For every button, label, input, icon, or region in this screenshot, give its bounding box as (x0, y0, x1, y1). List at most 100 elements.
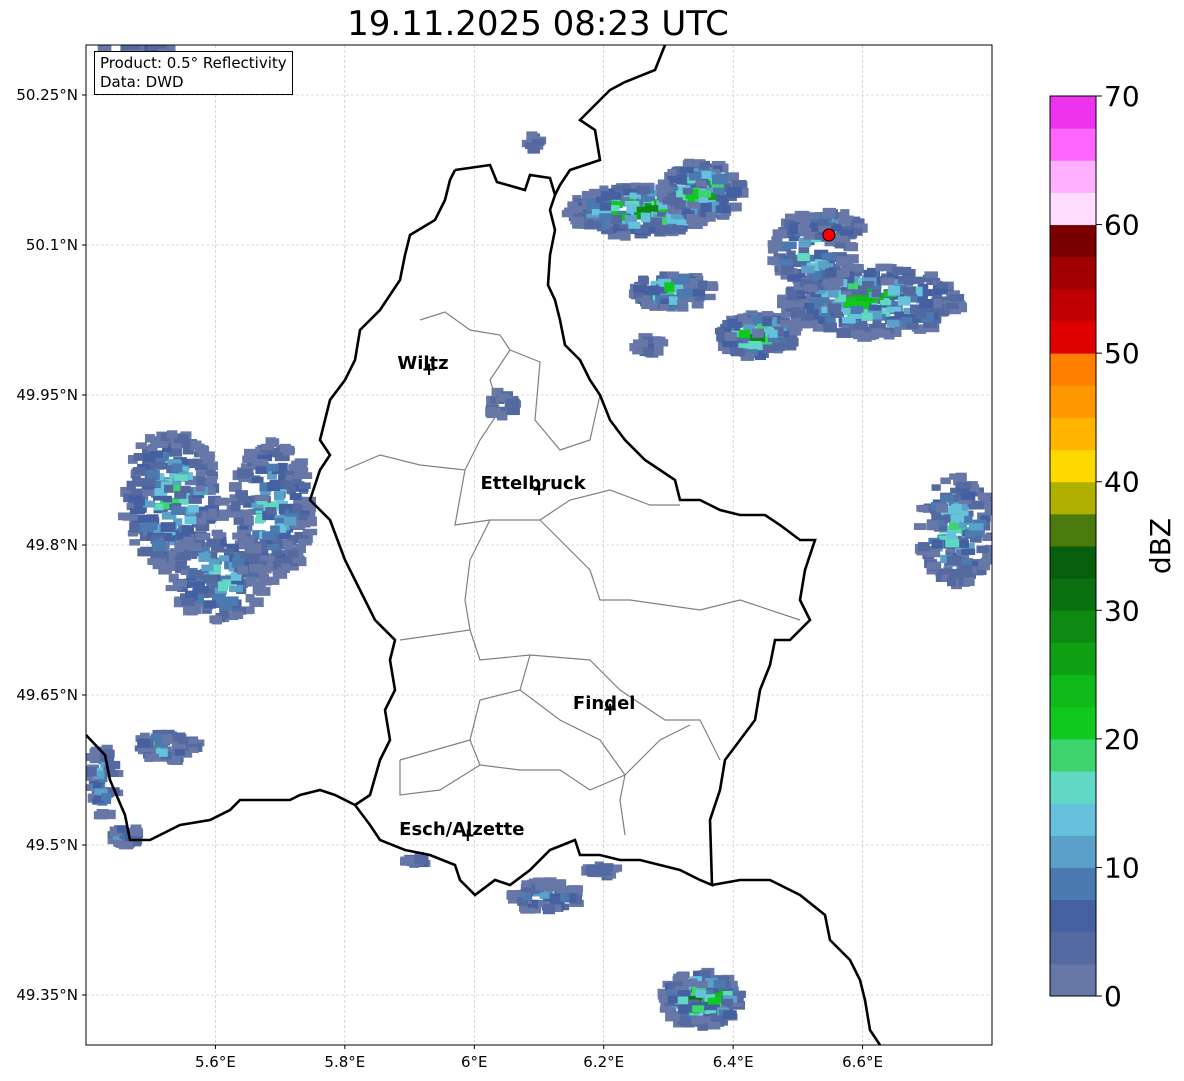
info-box: Product: 0.5° Reflectivity Data: DWD (94, 51, 293, 95)
colorbar-bin (1050, 128, 1096, 161)
colorbar-bin (1050, 706, 1096, 740)
echo-cell (897, 276, 911, 284)
colorbar-bin (1050, 96, 1096, 129)
echo-cell (599, 202, 611, 211)
echo-cell (852, 263, 863, 272)
echo-cell (584, 221, 598, 230)
echo-cell (189, 459, 203, 469)
echo-cell (861, 312, 873, 321)
echo-cell (946, 578, 957, 587)
echo-cell (255, 466, 268, 474)
echo-cell (298, 482, 311, 489)
colorbar-tick-label: 20 (1104, 723, 1140, 756)
echo-cell (959, 564, 973, 575)
echo-cell (692, 288, 706, 297)
echo-cell (887, 285, 900, 296)
echo-cell (892, 266, 904, 276)
echo-cell (797, 253, 810, 262)
echo-cell (145, 522, 158, 531)
echo-cell (667, 995, 678, 1004)
echo-cell (653, 345, 664, 356)
echo-cell (116, 825, 128, 833)
lat-tick-label: 49.5°N (26, 836, 78, 854)
echo-cell (830, 277, 844, 287)
echo-cell (931, 484, 941, 491)
echo-cell (824, 267, 836, 277)
echo-cell (147, 444, 158, 452)
echo-cell (195, 484, 206, 492)
echo-cell (960, 491, 976, 500)
echo-cell (976, 545, 989, 554)
echo-cell (880, 277, 895, 286)
echo-cell (620, 231, 631, 241)
echo-cell (840, 262, 853, 271)
colorbar-bin (1050, 449, 1096, 483)
echo-cell (187, 542, 202, 551)
echo-cell (937, 309, 950, 316)
colorbar-bin (1050, 288, 1096, 322)
echo-cell (291, 460, 302, 470)
echo-cell (119, 841, 134, 849)
echo-cell (636, 185, 650, 195)
echo-cell (289, 493, 302, 501)
echo-cell (727, 318, 737, 329)
lat-tick-label: 49.8°N (26, 536, 78, 554)
echo-cell (174, 749, 186, 756)
echo-cell (696, 981, 708, 988)
echo-cell (964, 577, 975, 587)
echo-cell (137, 738, 151, 748)
colorbar-bin (1050, 674, 1096, 708)
echo-cell (842, 307, 852, 315)
colorbar-bin (1050, 192, 1096, 226)
echo-cell (919, 299, 934, 309)
echo-cell (200, 451, 215, 461)
echo-cell (223, 596, 239, 607)
echo-cell (414, 855, 428, 865)
colorbar-bin (1050, 771, 1096, 804)
echo-cell (822, 207, 836, 218)
echo-cell (96, 809, 109, 819)
echo-cell (821, 253, 837, 261)
echo-cell (280, 563, 290, 573)
colorbar-bin (1050, 642, 1096, 676)
echo-cell (714, 327, 725, 335)
echo-cell (897, 296, 911, 306)
echo-cell (659, 303, 669, 311)
colorbar-tick-label: 30 (1104, 594, 1140, 627)
echo-cell (699, 161, 709, 169)
echo-cell (949, 521, 959, 530)
echo-cell (201, 564, 214, 572)
echo-cell (265, 507, 277, 515)
echo-cell (699, 190, 712, 198)
echo-cell (505, 398, 520, 407)
echo-cell (789, 329, 802, 336)
country-border (553, 45, 667, 196)
echo-cell (682, 978, 698, 987)
echo-cell (542, 904, 555, 915)
echo-cell (162, 495, 173, 503)
echo-cell (712, 174, 727, 185)
echo-cell (651, 217, 663, 227)
colorbar-bin (1050, 481, 1096, 515)
echo-cell (233, 516, 244, 525)
echo-cell (560, 894, 570, 902)
product-label: Product: 0.5° Reflectivity (100, 54, 287, 72)
echo-cell (219, 555, 230, 562)
echo-cell (256, 565, 272, 574)
echo-cell (246, 576, 258, 586)
lat-tick-label: 49.35°N (16, 986, 78, 1004)
echo-cell (982, 534, 992, 542)
echo-cell (92, 781, 102, 789)
echo-cell (242, 469, 254, 478)
echo-cell (667, 271, 680, 279)
echo-cell (767, 243, 779, 254)
echo-cell (172, 732, 186, 742)
lat-tick-label: 49.65°N (16, 686, 78, 704)
lon-tick-label: 6.6°E (842, 1053, 883, 1071)
echo-cell (122, 514, 138, 521)
echo-cell (798, 247, 810, 254)
echo-cell (721, 998, 734, 1006)
echo-cell (206, 538, 218, 548)
echo-cell (203, 575, 218, 584)
canton-border (539, 519, 801, 621)
